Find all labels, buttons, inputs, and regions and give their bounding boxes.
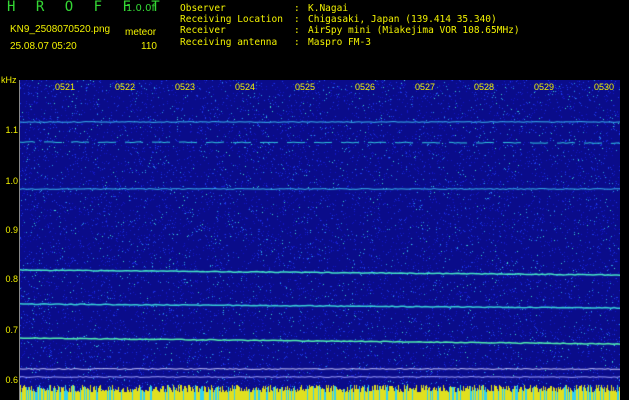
spectrogram[interactable] [20, 80, 620, 400]
capture-datetime: 25.08.07 05:20 [10, 41, 77, 52]
y-axis-unit: kHz [1, 75, 17, 85]
info-row-observer: Observer: K.Nagai [180, 3, 520, 14]
y-tick-label: 1.0 [5, 176, 18, 186]
x-tick-label: 0524 [235, 82, 256, 92]
info-row-antenna: Receiving antenna: Maspro FM-3 [180, 37, 520, 48]
mode-label: meteor [125, 27, 157, 38]
x-tick-label: 0522 [115, 82, 136, 92]
y-tick-label: 0.7 [5, 325, 18, 335]
info-label: Receiving Location [180, 14, 283, 26]
app-version: 1.0.0f [126, 3, 155, 14]
x-tick-label: 0527 [415, 82, 436, 92]
y-tick-label: 0.6 [5, 375, 18, 385]
y-tick-label: 1.1 [5, 125, 18, 135]
spectrogram-canvas [20, 80, 620, 400]
info-value: Chigasaki, Japan (139.414 35.340) [308, 14, 497, 26]
info-colon: : [294, 14, 300, 26]
info-colon: : [294, 3, 300, 14]
y-tick-label: 0.9 [5, 225, 18, 235]
x-tick-label: 0525 [295, 82, 316, 92]
info-value: Maspro FM-3 [308, 36, 371, 48]
x-tick-label: 0526 [355, 82, 376, 92]
info-label: Receiver [180, 25, 226, 37]
info-row-location: Receiving Location: Chigasaki, Japan (139… [180, 14, 520, 25]
info-value: AirSpy mini (Miakejima VOR 108.65MHz) [308, 25, 520, 37]
info-colon: : [294, 25, 300, 37]
info-value: K.Nagai [308, 3, 349, 14]
x-tick-label: 0528 [474, 82, 495, 92]
hrofft-window: H R O F F T 1.0.0f KN9_2508070520.png me… [0, 0, 629, 400]
info-row-receiver: Receiver: AirSpy mini (Miakejima VOR 108.… [180, 25, 520, 36]
info-label: Receiving antenna [180, 36, 278, 48]
y-tick-label: 0.8 [5, 274, 18, 284]
x-tick-label: 0523 [175, 82, 196, 92]
info-label: Observer [180, 3, 226, 14]
info-colon: : [294, 36, 300, 48]
x-tick-label: 0530 [594, 82, 615, 92]
file-name: KN9_2508070520.png [10, 24, 111, 35]
x-tick-label: 0521 [55, 82, 76, 92]
x-tick-label: 0529 [534, 82, 555, 92]
detection-count: 110 [141, 41, 157, 52]
station-info: Observer: K.Nagai Receiving Location: Chig… [180, 3, 520, 48]
